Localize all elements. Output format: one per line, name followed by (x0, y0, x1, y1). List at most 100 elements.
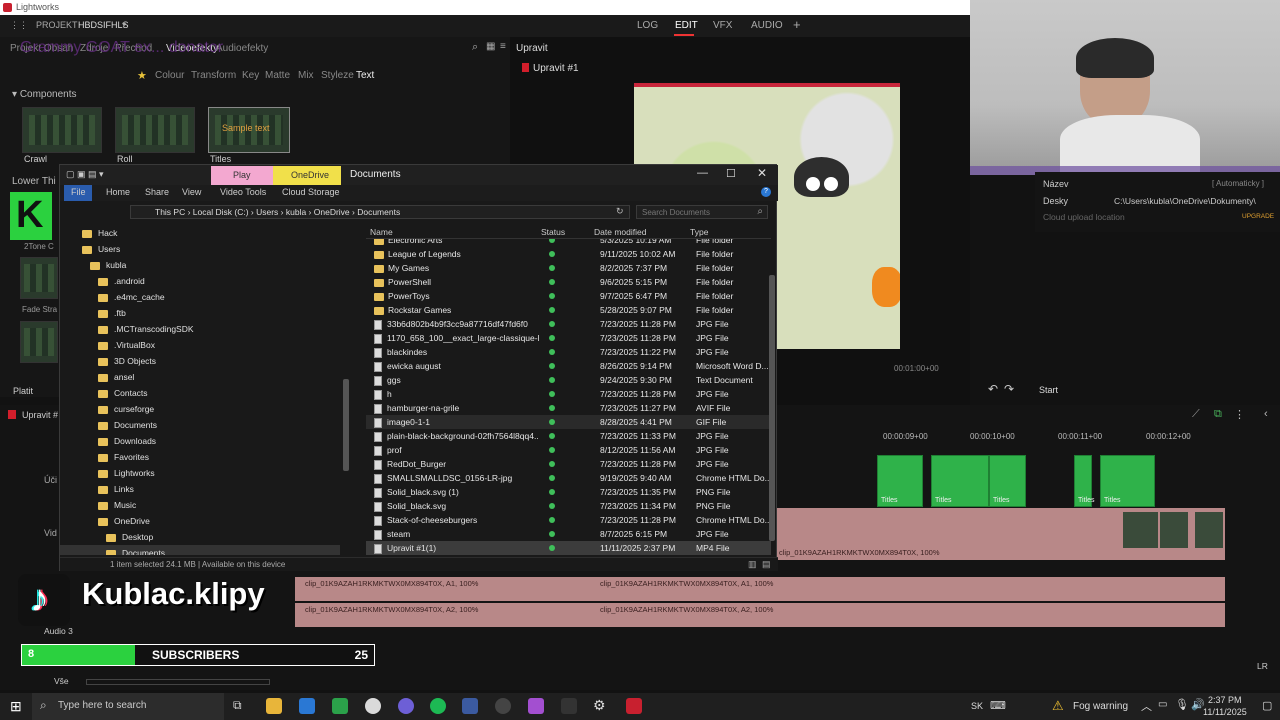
file-row[interactable]: Solid_black.svg 7/23/2025 11:34 PM PNG Fil… (366, 499, 771, 513)
link-icon[interactable]: ⧉ (1214, 408, 1222, 421)
file-row[interactable]: prof 8/12/2025 11:56 AM JPG File (366, 443, 771, 457)
effect-thumb-roll[interactable] (115, 107, 195, 153)
file-explorer-icon[interactable] (266, 698, 282, 714)
windows-start-icon[interactable]: ⊞ (10, 698, 22, 715)
column-date[interactable]: Date modified (594, 227, 646, 237)
title-clip[interactable]: Titles (1074, 455, 1094, 507)
play-tab[interactable]: Play (211, 166, 273, 185)
effect-thumb-crawl[interactable] (22, 107, 102, 153)
discord-icon[interactable] (398, 698, 414, 714)
grid-icon[interactable]: ⋮⋮ (10, 20, 28, 31)
file-row[interactable]: My Games 8/2/2025 7:37 PM File folder (366, 261, 771, 275)
refresh-icon[interactable]: ↻ (616, 206, 624, 217)
column-type[interactable]: Type (690, 227, 708, 237)
waveform-icon[interactable]: ⟋ (1192, 408, 1200, 421)
ribbon-tab-cloud-storage[interactable]: Cloud Storage (282, 187, 340, 197)
collapse-icon[interactable]: ‹ (1264, 408, 1268, 420)
microphone-icon[interactable]: 🎙 (1175, 698, 1189, 711)
file-row[interactable]: image0-1-1 8/28/2025 4:41 PM GIF File (366, 415, 771, 429)
file-row[interactable]: 33b6d802b4b9f3cc9a87716df47fd6f0 7/23/202… (366, 317, 771, 331)
notifications-icon[interactable]: ▢ (1262, 699, 1272, 712)
add-tab-button[interactable]: + (793, 17, 801, 32)
nav-item[interactable]: .android (60, 273, 145, 289)
nav-item[interactable]: Music (60, 497, 136, 513)
maximize-icon[interactable]: ☐ (726, 167, 736, 180)
upgrade-badge[interactable]: UPGRADE (1242, 213, 1274, 220)
nav-item[interactable]: Links (60, 481, 134, 497)
export-path[interactable]: C:\Users\kubla\OneDrive\Dokumenty\ (1114, 196, 1256, 206)
components-section-label[interactable]: ▾ Components (12, 89, 77, 100)
effect-thumb-extra[interactable] (20, 321, 58, 363)
clock-date[interactable]: 11/11/2025 (1203, 707, 1247, 717)
lightworks-taskbar-icon[interactable] (626, 698, 642, 714)
tab-transform[interactable]: Transform (191, 70, 236, 81)
help-icon[interactable]: ? (761, 187, 771, 197)
more-icon[interactable]: ⋮ (1234, 408, 1245, 421)
file-row[interactable]: RedDot_Burger 7/23/2025 11:28 PM JPG File (366, 457, 771, 471)
weather-text[interactable]: Fog warning (1073, 701, 1128, 712)
nav-item[interactable]: Documents (60, 545, 340, 555)
nav-item[interactable]: .MCTranscodingSDK (60, 321, 194, 337)
start-button[interactable]: Start (1039, 385, 1058, 395)
nav-item[interactable]: curseforge (60, 401, 154, 417)
nav-item[interactable]: OneDrive (60, 513, 150, 529)
quick-access-icons[interactable]: ▢ ▣ ▤ ▾ (66, 169, 104, 180)
chrome-icon[interactable] (365, 698, 381, 714)
nav-item[interactable]: kubla (60, 257, 126, 273)
file-row[interactable]: steam 8/7/2025 6:15 PM JPG File (366, 527, 771, 541)
tab-matte[interactable]: Matte (265, 70, 290, 81)
ribbon-tab-home[interactable]: Home (106, 187, 130, 197)
details-view-icon[interactable]: ▥ (748, 559, 757, 570)
file-row[interactable]: 1170_658_100__exact_large-classique-ha..… (366, 331, 771, 345)
onedrive-tab[interactable]: OneDrive (273, 166, 341, 185)
tab-edit[interactable]: EDIT (675, 20, 698, 31)
file-row[interactable]: hamburger-na-grile 7/23/2025 11:27 PM AVIF… (366, 401, 771, 415)
file-row[interactable]: ggs 9/24/2025 9:30 PM Text Document (366, 373, 771, 387)
tab-mix[interactable]: Mix (298, 70, 314, 81)
column-status[interactable]: Status (541, 227, 565, 237)
nav-item[interactable]: Favorites (60, 449, 149, 465)
file-row[interactable]: League of Legends 9/11/2025 10:02 AM File … (366, 247, 771, 261)
grid-view-icon[interactable]: ▦ (486, 41, 495, 52)
title-clip[interactable]: Titles (931, 455, 989, 507)
keyboard-icon[interactable]: ⌨ (990, 699, 1006, 712)
file-row[interactable]: SMALLSMALLDSC_0156-LR-jpg 9/19/2025 9:40 … (366, 471, 771, 485)
file-row[interactable]: Rockstar Games 5/28/2025 9:07 PM File fold… (366, 303, 771, 317)
favorites-star-icon[interactable]: ★ (137, 69, 147, 82)
title-clip[interactable]: Titles (1100, 455, 1155, 507)
task-view-icon[interactable]: ⧉ (233, 698, 242, 713)
nav-item[interactable]: .e4mc_cache (60, 289, 165, 305)
obs-icon[interactable] (495, 698, 511, 714)
file-row[interactable]: Electronic Arts 5/3/2025 10:19 AM File fol… (366, 239, 771, 247)
project-name-dropdown[interactable]: HBDSIFHLS (78, 20, 129, 30)
store-icon[interactable] (299, 698, 315, 714)
undo-icon[interactable]: ↶ (988, 382, 998, 396)
settings-gear-icon[interactable]: ⚙ (593, 697, 606, 714)
file-row[interactable]: Upravit #1(1) 11/11/2025 2:37 PM MP4 File (366, 541, 771, 555)
tab-text[interactable]: Text (356, 70, 374, 81)
app-icon[interactable] (528, 698, 544, 714)
tab-key[interactable]: Key (242, 70, 259, 81)
file-row[interactable]: ewicka august 8/26/2025 9:14 PM Microsoft … (366, 359, 771, 373)
breadcrumb-documents[interactable]: Documents (357, 207, 400, 217)
ribbon-tab-file[interactable]: File (71, 187, 86, 197)
file-row[interactable]: blackindes 7/23/2025 11:22 PM JPG File (366, 345, 771, 359)
chevron-up-icon[interactable]: ︿ (1141, 698, 1152, 714)
tab-log[interactable]: LOG (637, 20, 658, 31)
ribbon-tab-view[interactable]: View (182, 187, 201, 197)
file-row[interactable]: h 7/23/2025 11:28 PM JPG File (366, 387, 771, 401)
tab-audioefekty[interactable]: Audioefekty (216, 43, 268, 54)
nav-item[interactable]: Lightworks (60, 465, 155, 481)
tiles-view-icon[interactable]: ▤ (762, 559, 771, 570)
clock-time[interactable]: 2:37 PM (1208, 695, 1242, 705)
column-name[interactable]: Name (370, 227, 393, 237)
close-icon[interactable]: ✕ (757, 166, 767, 180)
nav-item[interactable]: .VirtualBox (60, 337, 155, 353)
redo-icon[interactable]: ↷ (1004, 382, 1014, 396)
breadcrumb-users[interactable]: Users (256, 207, 278, 217)
taskbar-search[interactable]: ⌕ Type here to search (32, 693, 224, 720)
tab-colour[interactable]: Colour (155, 70, 184, 81)
title-clip[interactable]: Titles (877, 455, 923, 507)
nav-item[interactable]: .ftb (60, 305, 126, 321)
nav-item[interactable]: Users (60, 241, 120, 257)
